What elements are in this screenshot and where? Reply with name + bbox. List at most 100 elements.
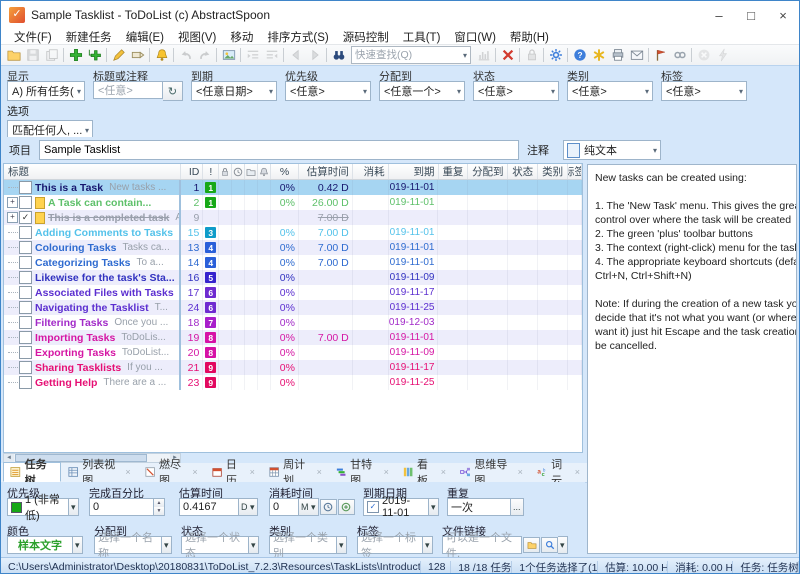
filter-tag-combo[interactable]: <任意>▾: [661, 81, 747, 101]
tab-week-planner[interactable]: 周计划×: [262, 462, 329, 482]
flag-button[interactable]: [651, 47, 670, 64]
chevron-down-icon[interactable]: ▾: [337, 536, 347, 554]
minimize-button[interactable]: –: [703, 1, 735, 29]
task-row[interactable]: Categorizing TasksTo a...1440%7.00 D2019…: [4, 255, 582, 270]
filter-priority-combo[interactable]: <任意>▾: [285, 81, 371, 101]
menu-file[interactable]: 文件(F): [7, 29, 59, 45]
menu-source-control[interactable]: 源码控制: [336, 29, 396, 45]
project-name-input[interactable]: [39, 140, 519, 160]
menu-tools[interactable]: 工具(T): [396, 29, 448, 45]
column-header-col-folder[interactable]: [245, 164, 258, 179]
menu-new-task[interactable]: 新建任务: [59, 29, 119, 45]
recurrence-field-input[interactable]: 一次: [447, 498, 511, 516]
task-checkbox[interactable]: [19, 256, 32, 269]
task-row[interactable]: +A Task can contain...210%26.00 D2019-11…: [4, 195, 582, 210]
chevron-down-icon[interactable]: ▾: [558, 536, 568, 554]
tab-mindmap[interactable]: 思维导图×: [453, 462, 530, 482]
task-row[interactable]: Navigating the TasklistT...2460%2019-11-…: [4, 300, 582, 315]
view-file-button[interactable]: [541, 537, 558, 553]
column-header-col-lock[interactable]: [219, 164, 232, 179]
task-checkbox[interactable]: [19, 361, 32, 374]
column-header-估算时间[interactable]: 估算时间: [299, 164, 353, 179]
filter-alloc-to-combo[interactable]: <任意一个>▾: [379, 81, 465, 101]
reminder-button[interactable]: [152, 47, 171, 64]
time-spent-field-unit-button[interactable]: M ▾: [299, 498, 319, 516]
due-date-field-combo[interactable]: ✓2019-11-01: [363, 498, 429, 516]
percent-done-field-input[interactable]: 0: [89, 498, 154, 516]
task-checkbox[interactable]: ✓: [19, 211, 32, 224]
task-row[interactable]: Sharing TasklistsIf you ...2190%2019-11-…: [4, 360, 582, 375]
close-button[interactable]: ×: [767, 1, 799, 29]
quick-search-combo[interactable]: ▾: [351, 46, 471, 64]
tab-close-icon[interactable]: ×: [518, 467, 523, 477]
tab-close-icon[interactable]: ×: [317, 467, 322, 477]
comments-panel[interactable]: New tasks can be created using: 1. The '…: [587, 164, 797, 554]
tab-close-icon[interactable]: ×: [192, 467, 197, 477]
image-button[interactable]: [219, 47, 238, 64]
recurrence-field-browse-button[interactable]: ...: [511, 498, 524, 516]
status-field-combo[interactable]: 选择一个状态: [181, 536, 249, 554]
edit-button[interactable]: [109, 47, 128, 64]
chevron-down-icon[interactable]: ▾: [423, 536, 433, 554]
menu-move[interactable]: 移动: [223, 29, 260, 45]
filter-due-combo[interactable]: <任意日期>▾: [191, 81, 277, 101]
task-checkbox[interactable]: [19, 376, 32, 389]
column-header-状态[interactable]: 状态: [508, 164, 538, 179]
tag-field-combo[interactable]: 选择一个标签: [357, 536, 423, 554]
task-checkbox[interactable]: [19, 271, 32, 284]
column-header-ID[interactable]: ID: [181, 164, 203, 179]
due-date-field-checkbox[interactable]: ✓: [367, 501, 379, 513]
menu-view[interactable]: 视图(V): [171, 29, 223, 45]
tab-task-tree[interactable]: 任务树: [3, 462, 61, 482]
task-row[interactable]: Importing TasksToDoLis...1980%7.00 D2019…: [4, 330, 582, 345]
chevron-down-icon[interactable]: ▾: [69, 498, 79, 516]
category-field-combo[interactable]: 选择一个类别: [269, 536, 337, 554]
expand-icon[interactable]: +: [7, 197, 18, 208]
menu-edit[interactable]: 编辑(E): [119, 29, 171, 45]
task-row[interactable]: +✓This is a completed taskA97.00 D: [4, 210, 582, 225]
chevron-down-icon[interactable]: ▾: [249, 536, 259, 554]
print-button[interactable]: [608, 47, 627, 64]
column-header-标题[interactable]: 标题: [4, 164, 181, 179]
estimated-time-field-input[interactable]: 0.4167: [179, 498, 239, 516]
estimated-time-field-unit-button[interactable]: D ▾: [239, 498, 258, 516]
scroll-left-arrow[interactable]: ◄: [4, 454, 14, 462]
column-header-标签[interactable]: 标签: [568, 164, 582, 179]
tab-kanban[interactable]: 看板×: [396, 462, 453, 482]
task-row[interactable]: This is a TaskNew tasks ...110%0.42 D201…: [4, 180, 582, 195]
comments-format-combo[interactable]: 纯文本 ▾: [563, 140, 661, 160]
new-task-button[interactable]: [66, 47, 85, 64]
task-row[interactable]: Filtering TasksOnce you ...1870%2019-12-…: [4, 315, 582, 330]
track-time-button[interactable]: [320, 499, 337, 515]
filter-category-combo[interactable]: <任意>▾: [567, 81, 653, 101]
tab-list-view[interactable]: 列表视图×: [61, 462, 138, 482]
column-header-重复[interactable]: 重复: [439, 164, 469, 179]
browse-file-button[interactable]: [523, 537, 540, 553]
tab-close-icon[interactable]: ×: [441, 467, 446, 477]
time-spent-field-input[interactable]: 0: [269, 498, 299, 516]
priority-field-combo[interactable]: 1 (非常低): [7, 498, 69, 516]
tab-close-icon[interactable]: ×: [250, 467, 255, 477]
task-checkbox[interactable]: [19, 196, 32, 209]
task-row[interactable]: Likewise for the task's Sta...1650%2019-…: [4, 270, 582, 285]
task-row[interactable]: Getting HelpThere are a ...2390%2019-11-…: [4, 375, 582, 390]
percent-done-field-spinner[interactable]: ▲▼: [154, 498, 165, 516]
menu-window[interactable]: 窗口(W): [447, 29, 503, 45]
expand-icon[interactable]: +: [7, 212, 18, 223]
filter-title-or-comment-refresh-button[interactable]: ↻: [163, 81, 183, 101]
task-row[interactable]: Associated Files with Tasks1760%2019-11-…: [4, 285, 582, 300]
spellcheck-button[interactable]: [589, 47, 608, 64]
column-header-消耗[interactable]: 消耗: [353, 164, 389, 179]
task-row[interactable]: Exporting TasksToDoList...2080%2019-11-0…: [4, 345, 582, 360]
tab-gantt[interactable]: 甘特图×: [329, 462, 396, 482]
task-checkbox[interactable]: [19, 316, 32, 329]
menu-help[interactable]: 帮助(H): [503, 29, 556, 45]
chevron-down-icon[interactable]: ▾: [162, 536, 172, 554]
column-header-![interactable]: !: [203, 164, 219, 179]
file-link-field-combo[interactable]: 可以是一个文件,: [442, 536, 522, 554]
spin-down-icon[interactable]: ▼: [154, 507, 164, 515]
task-row[interactable]: Adding Comments to Tasks1530%7.00 D2019-…: [4, 225, 582, 240]
task-checkbox[interactable]: [19, 301, 32, 314]
column-header-到期[interactable]: 到期: [389, 164, 439, 179]
quick-search-input[interactable]: [352, 49, 460, 61]
